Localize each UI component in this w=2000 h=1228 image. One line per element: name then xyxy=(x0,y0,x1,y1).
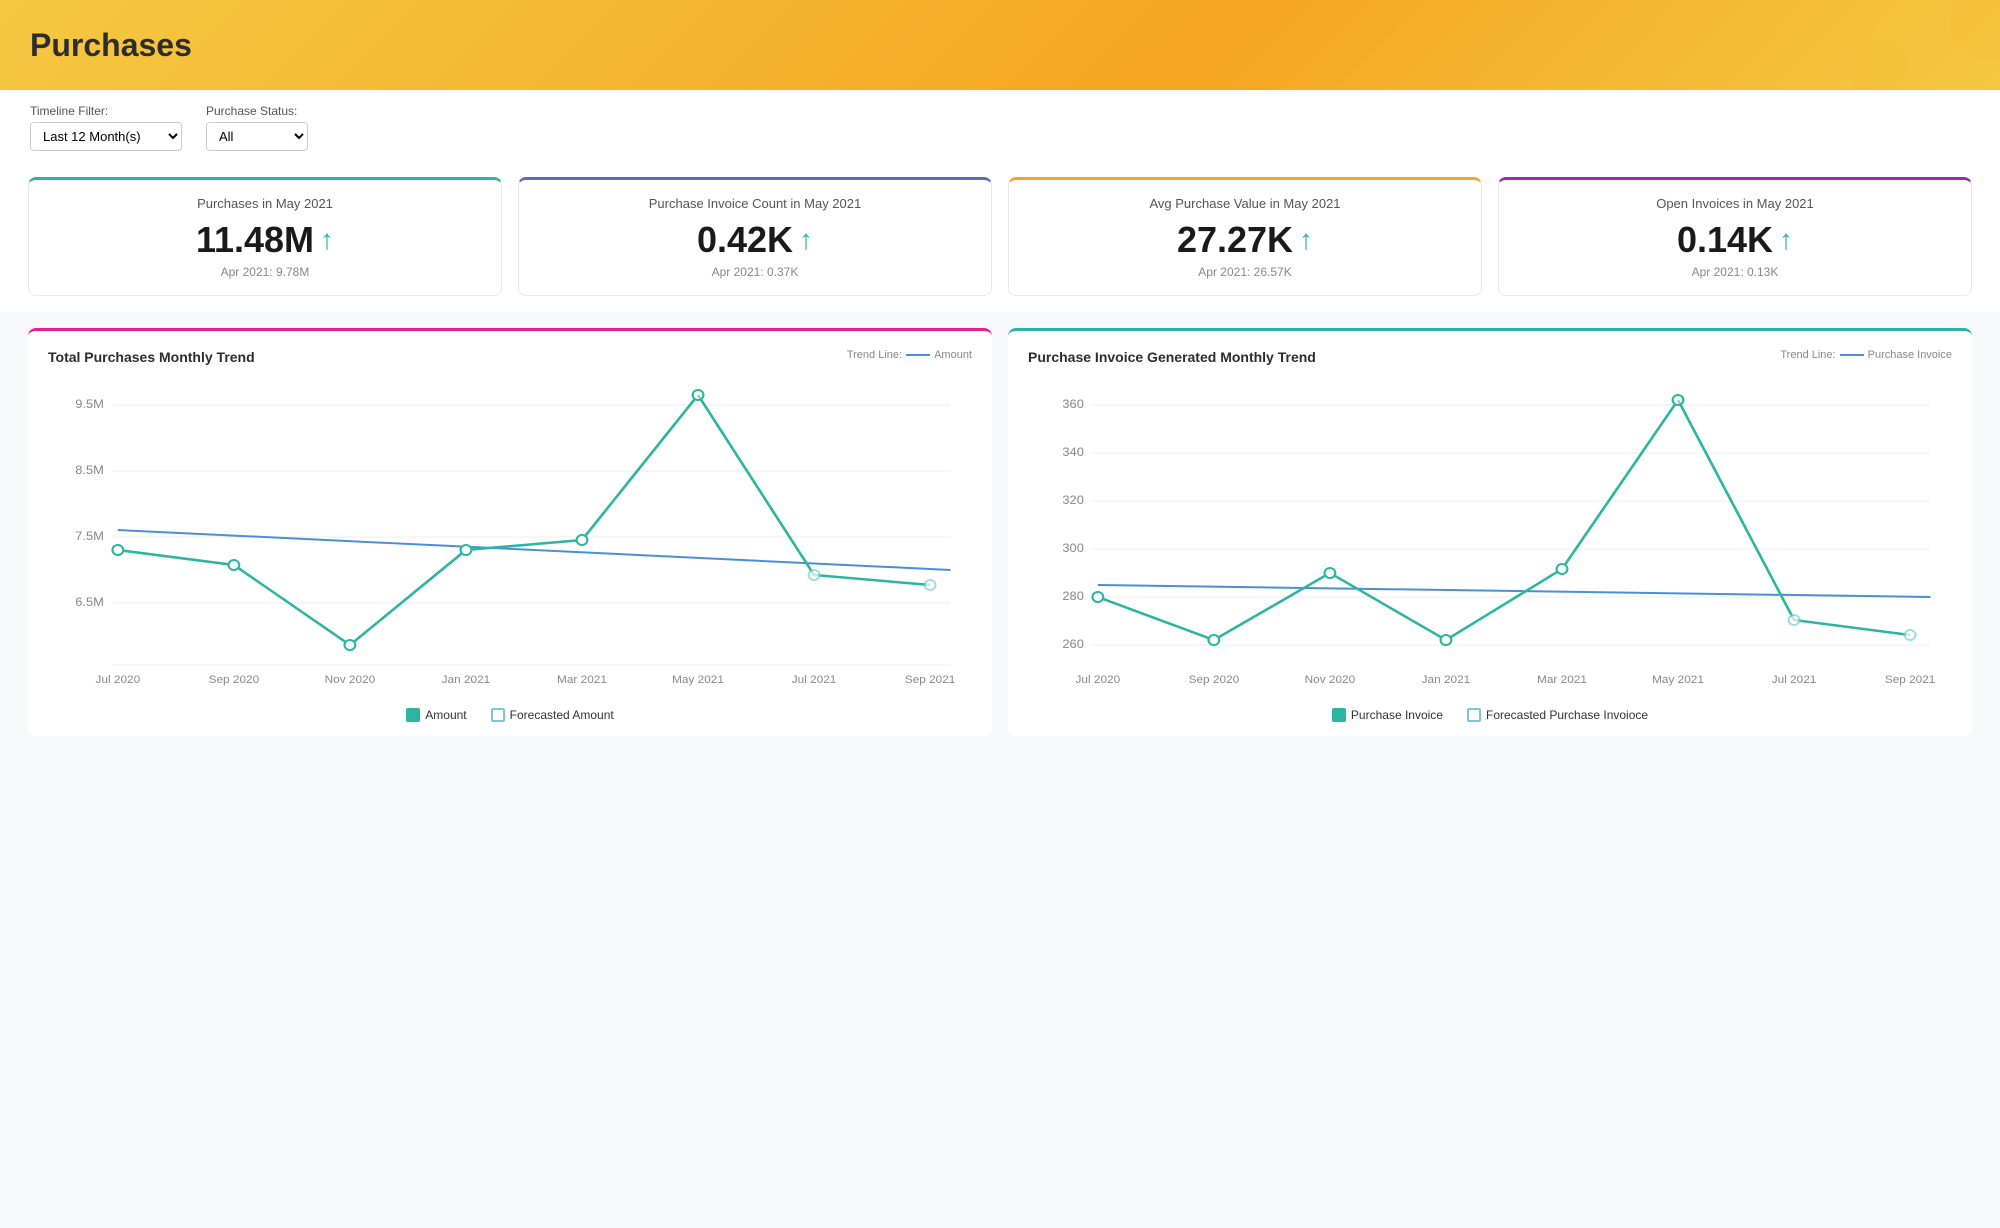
legend-invoice: Purchase Invoice xyxy=(1332,708,1443,722)
chart-invoice-trend: Purchase Invoice Generated Monthly Trend… xyxy=(1008,328,1972,736)
kpi-arrow-purchases: ↑ xyxy=(320,224,334,256)
svg-text:Nov 2020: Nov 2020 xyxy=(1305,674,1356,686)
legend-forecasted-icon xyxy=(491,708,505,722)
filters-bar: Timeline Filter: Last 12 Month(s) Last 6… xyxy=(0,90,2000,161)
charts-row: Total Purchases Monthly Trend Trend Line… xyxy=(0,312,2000,752)
svg-text:Sep 2020: Sep 2020 xyxy=(209,674,260,686)
svg-text:Sep 2021: Sep 2021 xyxy=(905,674,956,686)
kpi-title-avg-value: Avg Purchase Value in May 2021 xyxy=(1029,196,1461,211)
svg-text:Nov 2020: Nov 2020 xyxy=(325,674,376,686)
svg-text:360: 360 xyxy=(1062,397,1084,410)
svg-text:Sep 2021: Sep 2021 xyxy=(1885,674,1936,686)
chart-left-trend-label: Trend Line: Amount xyxy=(847,349,972,361)
kpi-prev-avg-value: Apr 2021: 26.57K xyxy=(1029,265,1461,279)
kpi-prev-open-invoices: Apr 2021: 0.13K xyxy=(1519,265,1951,279)
kpi-card-invoice-count: Purchase Invoice Count in May 2021 0.42K… xyxy=(518,177,992,296)
timeline-filter-select[interactable]: Last 12 Month(s) Last 6 Month(s) Last 3 … xyxy=(30,122,182,151)
status-filter-group: Purchase Status: All Open Closed Pending xyxy=(206,104,308,151)
kpi-value-avg-value: 27.27K ↑ xyxy=(1029,219,1461,261)
chart-right-svg: 360 340 320 300 280 260 Jul 2020 Sep 202… xyxy=(1028,375,1952,695)
page-title: Purchases xyxy=(30,27,192,64)
status-filter-label: Purchase Status: xyxy=(206,104,308,118)
kpi-card-open-invoices: Open Invoices in May 2021 0.14K ↑ Apr 20… xyxy=(1498,177,1972,296)
kpi-value-purchases: 11.48M ↑ xyxy=(49,219,481,261)
svg-text:Mar 2021: Mar 2021 xyxy=(557,674,607,686)
svg-text:Mar 2021: Mar 2021 xyxy=(1537,674,1587,686)
svg-text:300: 300 xyxy=(1062,541,1084,554)
chart-left-legend: Amount Forecasted Amount xyxy=(48,708,972,722)
timeline-filter-group: Timeline Filter: Last 12 Month(s) Last 6… xyxy=(30,104,182,151)
kpi-title-purchases: Purchases in May 2021 xyxy=(49,196,481,211)
status-filter-select[interactable]: All Open Closed Pending xyxy=(206,122,308,151)
chart-right-legend: Purchase Invoice Forecasted Purchase Inv… xyxy=(1028,708,1952,722)
kpi-card-purchases: Purchases in May 2021 11.48M ↑ Apr 2021:… xyxy=(28,177,502,296)
kpi-row: Purchases in May 2021 11.48M ↑ Apr 2021:… xyxy=(0,161,2000,312)
chart-left-svg: 9.5M 8.5M 7.5M 6.5M Jul xyxy=(48,375,972,695)
svg-text:Jul 2020: Jul 2020 xyxy=(1076,674,1121,686)
kpi-prev-purchases: Apr 2021: 9.78M xyxy=(49,265,481,279)
svg-text:Jan 2021: Jan 2021 xyxy=(442,674,491,686)
kpi-prev-invoice-count: Apr 2021: 0.37K xyxy=(539,265,971,279)
legend-forecasted-label: Forecasted Amount xyxy=(510,708,614,722)
kpi-arrow-open-invoices: ↑ xyxy=(1779,224,1793,256)
chart-left-title: Total Purchases Monthly Trend xyxy=(48,349,972,365)
kpi-card-avg-value: Avg Purchase Value in May 2021 27.27K ↑ … xyxy=(1008,177,1482,296)
svg-text:Jul 2021: Jul 2021 xyxy=(792,674,837,686)
svg-text:7.5M: 7.5M xyxy=(75,529,104,542)
trend-line-icon xyxy=(906,354,930,356)
kpi-arrow-avg-value: ↑ xyxy=(1299,224,1313,256)
legend-forecasted-amount: Forecasted Amount xyxy=(491,708,614,722)
svg-text:8.5M: 8.5M xyxy=(75,463,104,476)
kpi-value-invoice-count: 0.42K ↑ xyxy=(539,219,971,261)
svg-text:9.5M: 9.5M xyxy=(75,397,104,410)
legend-invoice-label: Purchase Invoice xyxy=(1351,708,1443,722)
header-decoration xyxy=(1700,0,2000,90)
svg-text:Jul 2021: Jul 2021 xyxy=(1772,674,1817,686)
legend-amount-label: Amount xyxy=(425,708,466,722)
kpi-title-open-invoices: Open Invoices in May 2021 xyxy=(1519,196,1951,211)
svg-text:260: 260 xyxy=(1062,637,1084,650)
svg-text:340: 340 xyxy=(1062,445,1084,458)
svg-text:May 2021: May 2021 xyxy=(1652,674,1704,686)
legend-forecasted-invoice-icon xyxy=(1467,708,1481,722)
chart-purchases-trend: Total Purchases Monthly Trend Trend Line… xyxy=(28,328,992,736)
svg-text:Jul 2020: Jul 2020 xyxy=(96,674,141,686)
timeline-filter-label: Timeline Filter: xyxy=(30,104,182,118)
svg-text:320: 320 xyxy=(1062,493,1084,506)
legend-forecasted-invoice: Forecasted Purchase Invoioce xyxy=(1467,708,1648,722)
svg-text:Jan 2021: Jan 2021 xyxy=(1422,674,1471,686)
svg-text:Sep 2020: Sep 2020 xyxy=(1189,674,1240,686)
legend-forecasted-invoice-label: Forecasted Purchase Invoioce xyxy=(1486,708,1648,722)
svg-text:280: 280 xyxy=(1062,589,1084,602)
kpi-title-invoice-count: Purchase Invoice Count in May 2021 xyxy=(539,196,971,211)
kpi-arrow-invoice-count: ↑ xyxy=(799,224,813,256)
svg-text:6.5M: 6.5M xyxy=(75,595,104,608)
legend-invoice-icon xyxy=(1332,708,1346,722)
kpi-value-open-invoices: 0.14K ↑ xyxy=(1519,219,1951,261)
chart-right-trend-label: Trend Line: Purchase Invoice xyxy=(1780,349,1952,361)
legend-amount-icon xyxy=(406,708,420,722)
page-header: Purchases xyxy=(0,0,2000,90)
trend-line-right-icon xyxy=(1840,354,1864,356)
svg-text:May 2021: May 2021 xyxy=(672,674,724,686)
legend-amount: Amount xyxy=(406,708,466,722)
